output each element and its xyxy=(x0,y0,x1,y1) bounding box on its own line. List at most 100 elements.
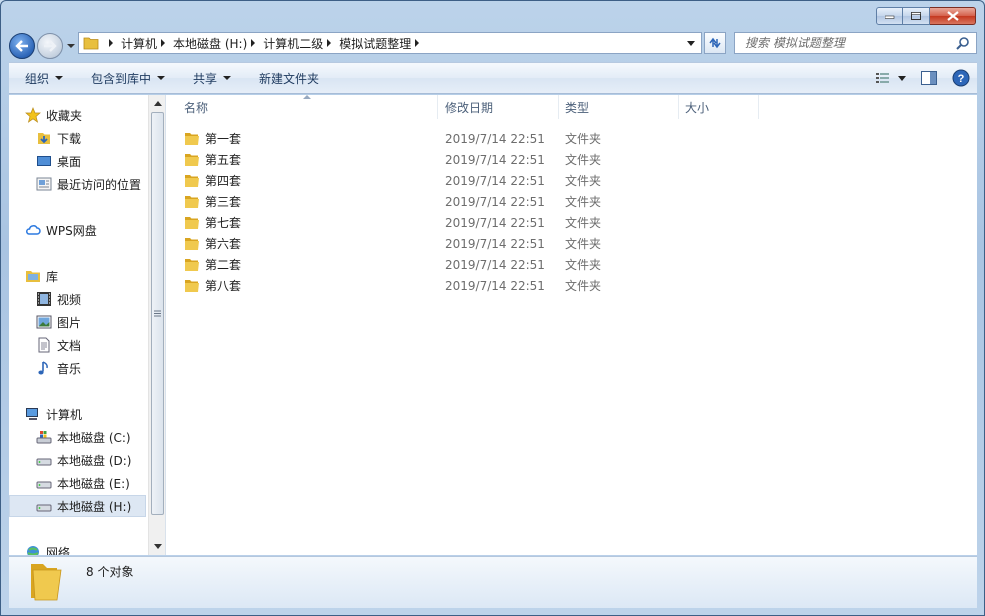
help-button[interactable]: ? xyxy=(945,66,977,90)
scroll-up-button[interactable] xyxy=(149,95,166,112)
table-row[interactable]: 第四套 2019/7/14 22:51 文件夹 xyxy=(166,170,977,191)
organize-menu[interactable]: 组织 xyxy=(15,66,73,90)
nav-desktop[interactable]: 桌面 xyxy=(36,150,81,172)
file-name: 第五套 xyxy=(205,153,242,167)
desktop-icon xyxy=(36,153,52,169)
table-row[interactable]: 第五套 2019/7/14 22:51 文件夹 xyxy=(166,149,977,170)
nav-wps-cloud[interactable]: WPS网盘 xyxy=(25,219,97,241)
nav-network[interactable]: 网络 xyxy=(25,541,70,555)
file-type: 文件夹 xyxy=(565,132,602,146)
nav-wps-label: WPS网盘 xyxy=(46,223,97,238)
back-button[interactable] xyxy=(9,33,35,59)
chevron-down-icon xyxy=(223,76,232,80)
column-header-type[interactable]: 类型 xyxy=(559,95,679,119)
breadcrumb-level2[interactable]: 计算机二级 xyxy=(263,35,323,52)
nav-recent-places[interactable]: 最近访问的位置 xyxy=(36,173,141,195)
breadcrumb-computer[interactable]: 计算机 xyxy=(121,35,157,52)
file-name-cell: 第二套 xyxy=(184,256,241,273)
nav-drive-c-label: 本地磁盘 (C:) xyxy=(57,430,131,445)
new-folder-button[interactable]: 新建文件夹 xyxy=(249,66,329,90)
scroll-thumb[interactable] xyxy=(151,112,164,515)
column-header-date[interactable]: 修改日期 xyxy=(439,95,559,119)
nav-favorites[interactable]: 收藏夹 xyxy=(25,104,82,126)
table-row[interactable]: 第三套 2019/7/14 22:51 文件夹 xyxy=(166,191,977,212)
file-type: 文件夹 xyxy=(565,258,602,272)
table-row[interactable]: 第一套 2019/7/14 22:51 文件夹 xyxy=(166,128,977,149)
drive-icon xyxy=(36,475,52,491)
folder-icon xyxy=(185,279,199,292)
help-icon: ? xyxy=(952,69,970,87)
explorer-panes: 收藏夹 下载 桌面 最近访问的位置 WPS网盘 库 视频 图片 文档 音乐 计算… xyxy=(9,95,977,555)
preview-pane-icon xyxy=(921,71,937,85)
column-header-size[interactable]: 大小 xyxy=(679,95,759,119)
file-name: 第四套 xyxy=(205,174,242,188)
table-row[interactable]: 第六套 2019/7/14 22:51 文件夹 xyxy=(166,233,977,254)
close-icon xyxy=(946,11,959,21)
forward-button[interactable] xyxy=(37,33,63,59)
recent-pages-dropdown[interactable] xyxy=(65,40,77,52)
maximize-icon xyxy=(910,11,921,20)
star-icon xyxy=(25,107,41,123)
file-name: 第三套 xyxy=(205,195,242,209)
search-box[interactable] xyxy=(734,32,977,54)
search-input[interactable] xyxy=(745,36,945,50)
music-note-icon xyxy=(36,360,52,376)
minimize-button[interactable] xyxy=(876,7,903,25)
breadcrumb-separator[interactable] xyxy=(109,39,113,47)
file-type: 文件夹 xyxy=(565,195,602,209)
library-icon xyxy=(25,268,41,284)
nav-videos[interactable]: 视频 xyxy=(36,288,81,310)
nav-computer[interactable]: 计算机 xyxy=(25,403,82,425)
nav-drive-h-label: 本地磁盘 (H:) xyxy=(57,499,132,514)
nav-downloads[interactable]: 下载 xyxy=(36,127,81,149)
breadcrumb-current[interactable]: 模拟试题整理 xyxy=(339,35,411,52)
cloud-icon xyxy=(25,222,41,238)
change-view-button[interactable] xyxy=(869,66,913,90)
address-history-dropdown[interactable] xyxy=(687,41,695,46)
table-row[interactable]: 第八套 2019/7/14 22:51 文件夹 xyxy=(166,275,977,296)
svg-text:?: ? xyxy=(958,73,965,85)
file-name: 第二套 xyxy=(205,258,242,272)
address-bar[interactable]: 计算机 本地磁盘 (H:) 计算机二级 模拟试题整理 xyxy=(78,32,702,54)
table-row[interactable]: 第二套 2019/7/14 22:51 文件夹 xyxy=(166,254,977,275)
nav-pictures-label: 图片 xyxy=(57,315,82,330)
nav-pictures[interactable]: 图片 xyxy=(36,311,81,333)
file-type: 文件夹 xyxy=(565,279,602,293)
scroll-down-button[interactable] xyxy=(149,538,166,555)
nav-scrollbar[interactable] xyxy=(148,95,165,555)
breadcrumb-separator[interactable] xyxy=(161,39,166,47)
folder-icon xyxy=(31,564,62,601)
forward-arrow-icon xyxy=(44,40,57,52)
include-in-library-menu[interactable]: 包含到库中 xyxy=(81,66,175,90)
nav-drive-h[interactable]: 本地磁盘 (H:) xyxy=(9,495,146,517)
close-button[interactable] xyxy=(930,7,976,25)
nav-drive-e-label: 本地磁盘 (E:) xyxy=(57,476,130,491)
search-icon[interactable] xyxy=(956,36,970,50)
refresh-button[interactable] xyxy=(704,32,726,54)
nav-music[interactable]: 音乐 xyxy=(36,357,81,379)
document-icon xyxy=(36,337,52,353)
folder-icon xyxy=(185,216,199,229)
nav-documents-label: 文档 xyxy=(57,338,82,353)
file-name-cell: 第一套 xyxy=(184,130,241,147)
file-date: 2019/7/14 22:51 xyxy=(445,278,545,293)
breadcrumb-drive-h[interactable]: 本地磁盘 (H:) xyxy=(173,35,247,52)
network-icon xyxy=(25,544,41,555)
nav-libraries[interactable]: 库 xyxy=(25,265,58,287)
nav-drive-e[interactable]: 本地磁盘 (E:) xyxy=(36,472,130,494)
breadcrumb-separator[interactable] xyxy=(327,39,332,47)
nav-drive-c[interactable]: 本地磁盘 (C:) xyxy=(36,426,131,448)
table-row[interactable]: 第七套 2019/7/14 22:51 文件夹 xyxy=(166,212,977,233)
nav-documents[interactable]: 文档 xyxy=(36,334,81,356)
nav-favorites-label: 收藏夹 xyxy=(46,108,83,123)
new-folder-label: 新建文件夹 xyxy=(259,71,320,86)
share-menu[interactable]: 共享 xyxy=(183,66,241,90)
file-name-cell: 第六套 xyxy=(184,235,241,252)
nav-drive-d[interactable]: 本地磁盘 (D:) xyxy=(36,449,131,471)
chevron-up-icon xyxy=(153,101,162,106)
maximize-button[interactable] xyxy=(903,7,930,25)
preview-pane-button[interactable] xyxy=(913,66,945,90)
breadcrumb-separator[interactable] xyxy=(415,39,420,47)
breadcrumb-separator[interactable] xyxy=(251,39,256,47)
nav-libraries-label: 库 xyxy=(46,269,59,284)
